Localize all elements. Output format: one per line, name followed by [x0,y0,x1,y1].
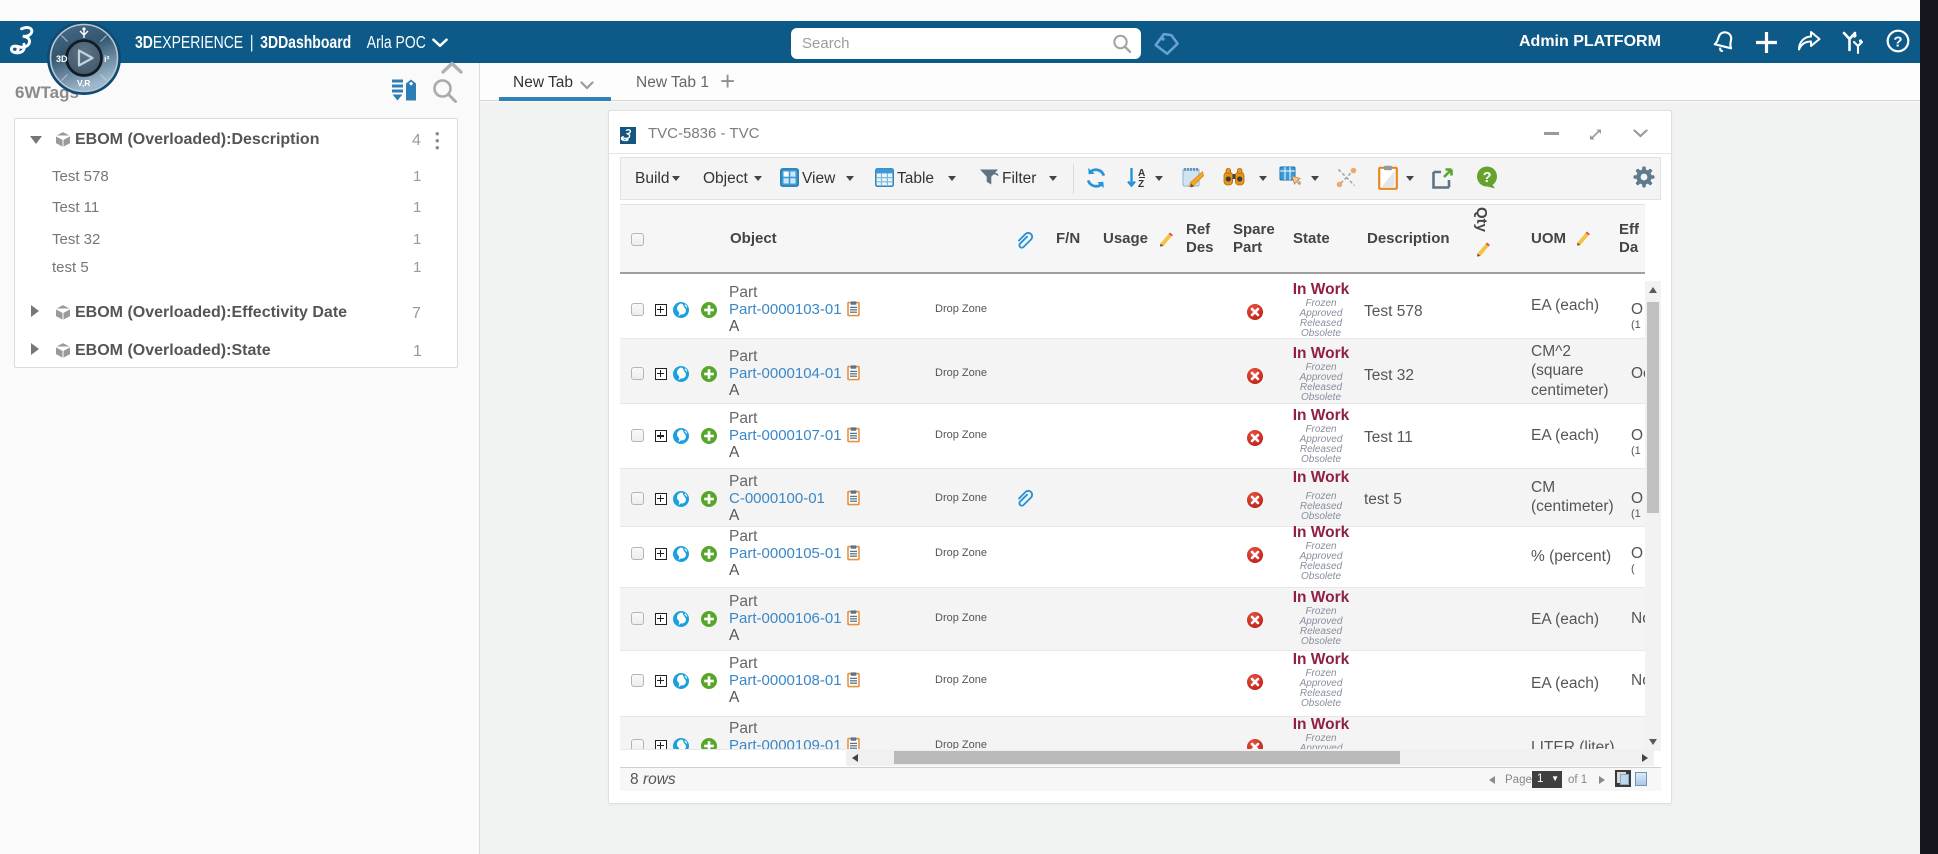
svg-text:?: ? [1893,34,1902,51]
svg-text:3D: 3D [56,54,68,64]
svg-text:V,R: V,R [77,78,90,88]
svg-text:Z: Z [1138,179,1144,190]
svg-text:?: ? [1483,170,1492,186]
svg-text:i²: i² [104,54,110,64]
